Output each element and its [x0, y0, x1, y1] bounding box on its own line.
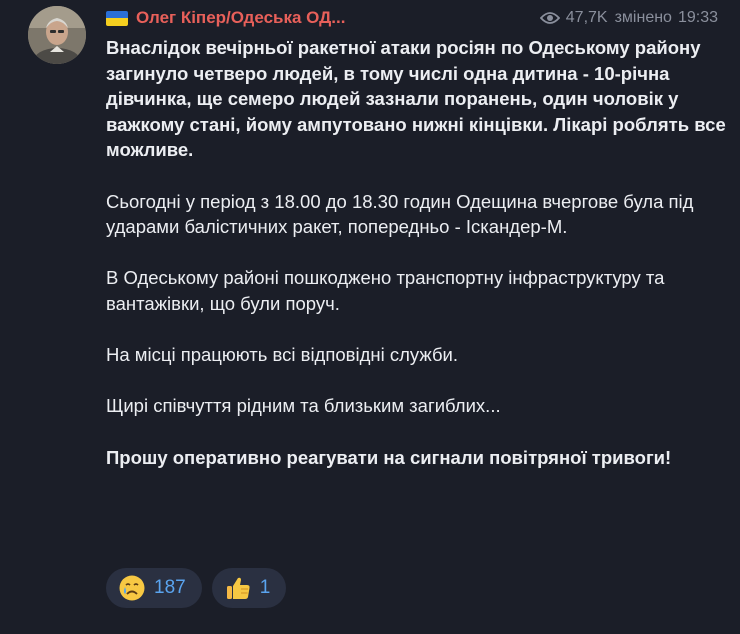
edited-label: змінено [614, 9, 672, 26]
post-paragraph: Сьогодні у період з 18.00 до 18.30 годин… [106, 190, 694, 238]
reaction-crying-button[interactable]: 187 [106, 568, 202, 608]
channel-name[interactable]: Олег Кіпер/Одеська ОД... [136, 8, 345, 28]
post-paragraph: В Одеському районі пошкоджено транспортн… [106, 267, 665, 314]
post-paragraph: На місці працюють всі відповідні служби. [106, 344, 459, 366]
reactions-bar: 187 1 [106, 568, 287, 608]
views-count: 47,7K [565, 9, 608, 26]
reaction-count: 187 [154, 577, 186, 598]
post-paragraph: Щирі співчуття рідним та близьким загибл… [106, 395, 501, 417]
avatar-photo [28, 6, 86, 64]
post-header: Олег Кіпер/Одеська ОД... 47,7K змінено 1… [106, 6, 718, 32]
post-time: 19:33 [677, 9, 718, 26]
post-meta: 47,7K змінено 19:33 [539, 9, 718, 27]
post-paragraph-closing: Прошу оперативно реагувати на сигнали по… [106, 446, 672, 468]
post-body: Внаслідок вечірньої ракетної атаки росія… [106, 35, 726, 470]
reaction-count: 1 [259, 577, 271, 598]
channel-avatar[interactable] [28, 6, 86, 64]
channel-title[interactable]: Олег Кіпер/Одеська ОД... [106, 8, 345, 28]
eye-icon [539, 11, 560, 25]
ukraine-flag-icon [106, 10, 128, 26]
post-paragraph-lead: Внаслідок вечірньої ракетної атаки росія… [106, 37, 726, 161]
channel-post: Олег Кіпер/Одеська ОД... 47,7K змінено 1… [0, 0, 740, 634]
thumbs-up-emoji-icon [224, 574, 252, 602]
reaction-thumbs-up-button[interactable]: 1 [211, 568, 287, 608]
crying-face-emoji-icon [118, 574, 146, 602]
